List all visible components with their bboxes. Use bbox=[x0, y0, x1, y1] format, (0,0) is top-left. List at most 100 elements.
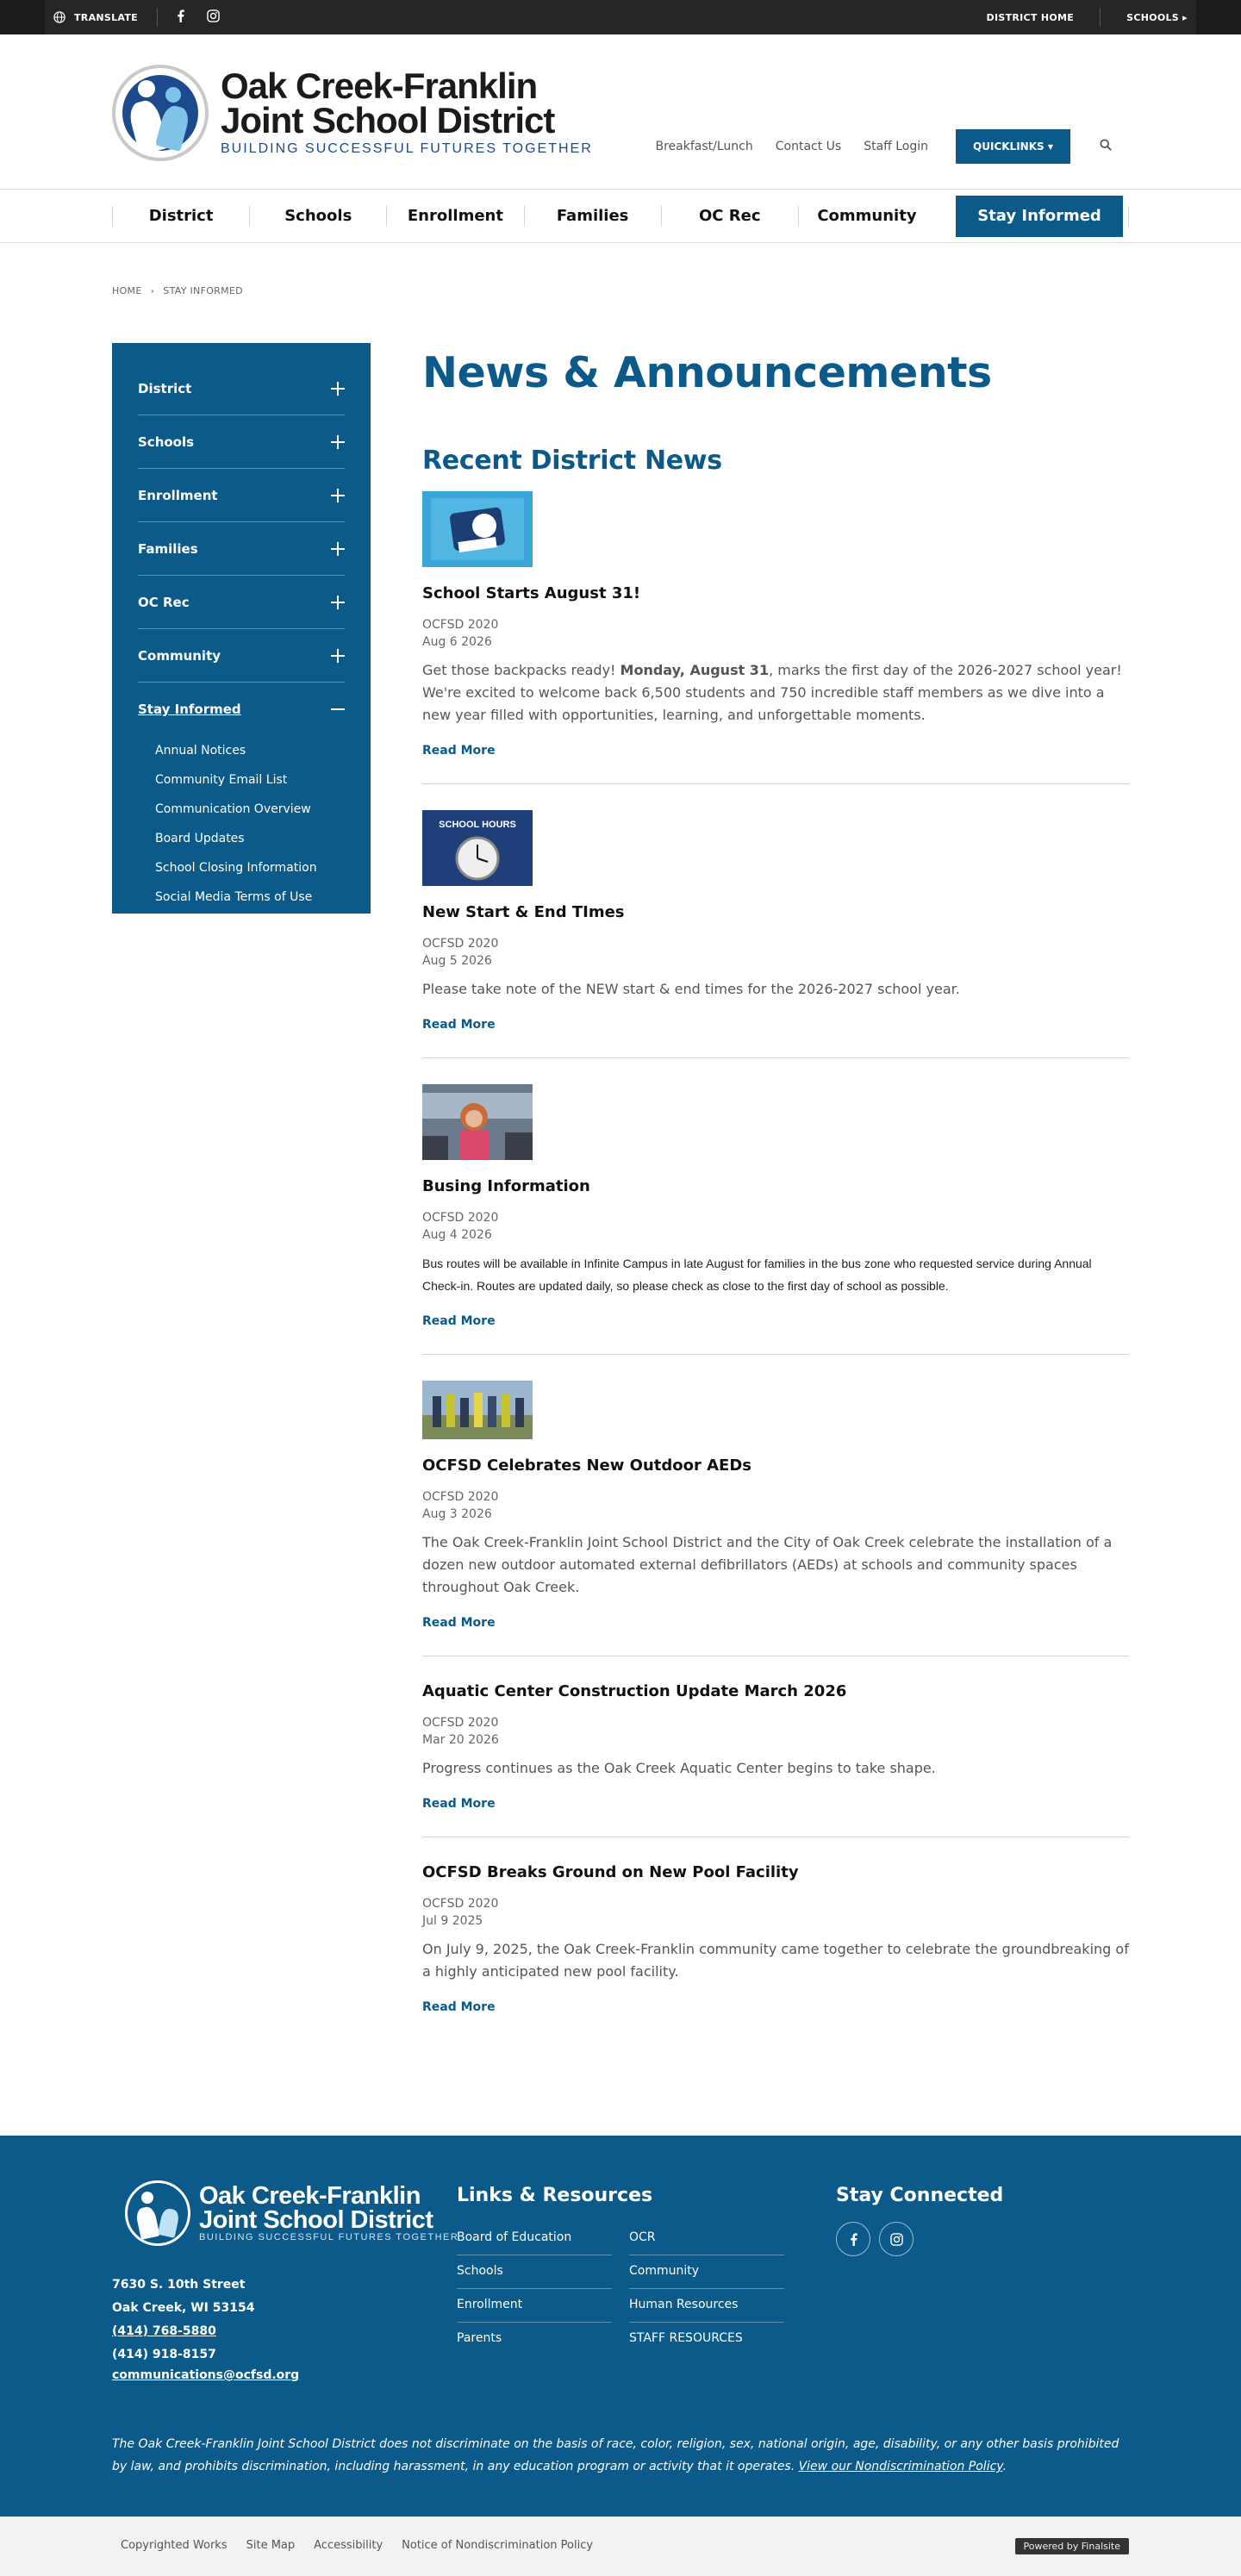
powered-by-badge[interactable]: Powered by Finalsite bbox=[1014, 2538, 1129, 2554]
news-title[interactable]: Aquatic Center Construction Update March… bbox=[422, 1682, 1129, 1700]
plus-icon[interactable] bbox=[331, 541, 345, 556]
nav-stay-informed[interactable]: Stay Informed bbox=[956, 196, 1124, 237]
quicklinks-button[interactable]: QUICKLINKS ▼ bbox=[956, 129, 1070, 164]
read-more-link[interactable]: Read More bbox=[422, 1797, 1129, 1811]
bottom-links: Copyrighted Works Site Map Accessibility… bbox=[121, 2539, 593, 2552]
district-home-link[interactable]: DISTRICT HOME bbox=[987, 12, 1075, 23]
footer-phone-2: (414) 918-8157 bbox=[112, 2348, 216, 2361]
sidebar-subitem-community-email-list[interactable]: Community Email List bbox=[155, 765, 345, 795]
minus-icon[interactable] bbox=[331, 702, 345, 716]
footer-phone-1[interactable]: (414) 768-5880 bbox=[112, 2320, 299, 2343]
news-item: School Starts August 31! OCFSD 2020 Aug … bbox=[422, 491, 1129, 784]
schools-label: SCHOOLS bbox=[1126, 11, 1180, 23]
contact-us-link[interactable]: Contact Us bbox=[776, 140, 841, 153]
nondiscrimination-statement: The Oak Creek-Franklin Joint School Dist… bbox=[112, 2437, 1119, 2473]
plus-icon[interactable] bbox=[331, 595, 345, 609]
news-item: SCHOOL HOURS New Start & End TImes OCFSD… bbox=[422, 810, 1129, 1058]
news-thumbnail[interactable] bbox=[422, 1084, 533, 1160]
sidebar-subitem-school-closing[interactable]: School Closing Information bbox=[155, 853, 345, 883]
nav-end-separator bbox=[1128, 206, 1130, 227]
sidebar-item-stay-informed[interactable]: Stay Informed bbox=[138, 683, 345, 736]
read-more-link[interactable]: Read More bbox=[422, 1018, 1129, 1032]
nav-oc-rec[interactable]: OC Rec bbox=[660, 206, 798, 227]
sidebar-item-community[interactable]: Community bbox=[138, 629, 345, 683]
nondiscrimination-policy-link[interactable]: View our Nondiscrimination Policy bbox=[799, 2460, 1003, 2473]
news-summary: Bus routes will be available in Infinite… bbox=[422, 1257, 1092, 1293]
sidebar-subitem-social-media-terms[interactable]: Social Media Terms of Use bbox=[155, 883, 345, 912]
search-button[interactable] bbox=[1100, 139, 1112, 154]
search-icon bbox=[1100, 139, 1112, 151]
news-thumbnail[interactable] bbox=[422, 491, 533, 567]
news-title[interactable]: OCFSD Celebrates New Outdoor AEDs bbox=[422, 1456, 1129, 1475]
sidebar-item-label: OC Rec bbox=[138, 594, 190, 610]
breakfast-lunch-link[interactable]: Breakfast/Lunch bbox=[656, 140, 753, 153]
sidebar-item-families[interactable]: Families bbox=[138, 522, 345, 576]
read-more-link[interactable]: Read More bbox=[422, 744, 1129, 758]
footer-logo[interactable]: Oak Creek-Franklin Joint School District… bbox=[125, 2180, 458, 2246]
footer-link-enrollment[interactable]: Enrollment bbox=[457, 2289, 612, 2323]
news-summary: Progress continues as the Oak Creek Aqua… bbox=[422, 1760, 936, 1776]
read-more-link[interactable]: Read More bbox=[422, 1616, 1129, 1630]
sidebar-item-schools[interactable]: Schools bbox=[138, 415, 345, 469]
instagram-icon bbox=[889, 2232, 903, 2246]
logo-line2: Joint School District bbox=[221, 100, 555, 140]
site-header: Oak Creek-Franklin Joint School District… bbox=[0, 34, 1241, 190]
nav-enrollment[interactable]: Enrollment bbox=[386, 206, 523, 227]
nav-community[interactable]: Community bbox=[797, 206, 935, 227]
schools-dropdown[interactable]: SCHOOLS ▸ bbox=[1126, 12, 1188, 23]
footer-email-link[interactable]: communications@ocfsd.org bbox=[112, 2367, 299, 2384]
quicklinks-label: QUICKLINKS bbox=[973, 140, 1045, 153]
copyrighted-works-link[interactable]: Copyrighted Works bbox=[121, 2539, 228, 2552]
news-title[interactable]: Busing Information bbox=[422, 1177, 1129, 1195]
footer-link-human-resources[interactable]: Human Resources bbox=[629, 2289, 784, 2323]
nondiscrimination-notice-link[interactable]: Notice of Nondiscrimination Policy bbox=[402, 2539, 593, 2552]
footer-link-board-of-education[interactable]: Board of Education bbox=[457, 2222, 612, 2255]
news-title[interactable]: New Start & End TImes bbox=[422, 903, 1129, 921]
sidebar-subitem-board-updates[interactable]: Board Updates bbox=[155, 824, 345, 853]
header-links: Breakfast/Lunch Contact Us Staff Login Q… bbox=[656, 129, 1113, 164]
news-title[interactable]: School Starts August 31! bbox=[422, 584, 1129, 602]
read-more-link[interactable]: Read More bbox=[422, 1314, 1129, 1328]
news-author: OCFSD 2020 bbox=[422, 618, 499, 632]
news-title[interactable]: OCFSD Breaks Ground on New Pool Facility bbox=[422, 1863, 1129, 1881]
nav-families[interactable]: Families bbox=[523, 206, 661, 227]
sidebar-item-oc-rec[interactable]: OC Rec bbox=[138, 576, 345, 629]
footer-link-schools[interactable]: Schools bbox=[457, 2255, 612, 2289]
footer-link-community[interactable]: Community bbox=[629, 2255, 784, 2289]
plus-icon[interactable] bbox=[331, 381, 345, 396]
footer-link-ocr[interactable]: OCR bbox=[629, 2222, 784, 2255]
translate-label: TRANSLATE bbox=[74, 11, 139, 23]
translate-button[interactable]: TRANSLATE bbox=[53, 11, 138, 23]
breadcrumb-home[interactable]: HOME bbox=[112, 285, 142, 296]
sidebar-item-enrollment[interactable]: Enrollment bbox=[138, 469, 345, 522]
section-sidebar: District Schools Enrollment Families OC … bbox=[112, 343, 371, 914]
facebook-link[interactable] bbox=[177, 9, 184, 26]
plus-icon[interactable] bbox=[331, 648, 345, 663]
footer-link-staff-resources[interactable]: STAFF RESOURCES bbox=[629, 2323, 784, 2356]
nav-district[interactable]: District bbox=[112, 206, 249, 227]
read-more-link[interactable]: Read More bbox=[422, 2000, 1129, 2014]
page-title: News & Announcements bbox=[422, 348, 992, 397]
sidebar-subitem-communication-overview[interactable]: Communication Overview bbox=[155, 795, 345, 824]
news-thumbnail[interactable] bbox=[422, 1381, 533, 1439]
accessibility-link[interactable]: Accessibility bbox=[314, 2539, 383, 2552]
news-thumbnail[interactable]: SCHOOL HOURS bbox=[422, 810, 533, 886]
site-map-link[interactable]: Site Map bbox=[246, 2539, 296, 2552]
nav-schools[interactable]: Schools bbox=[249, 206, 386, 227]
main-content: News & Announcements Recent District New… bbox=[422, 343, 1129, 2040]
footer-instagram-link[interactable] bbox=[879, 2222, 914, 2256]
news-item: Aquatic Center Construction Update March… bbox=[422, 1682, 1129, 1837]
instagram-link[interactable] bbox=[207, 9, 220, 26]
plus-icon[interactable] bbox=[331, 488, 345, 502]
news-author: OCFSD 2020 bbox=[422, 1716, 499, 1730]
staff-login-link[interactable]: Staff Login bbox=[864, 140, 928, 153]
news-date: Aug 5 2026 bbox=[422, 954, 492, 968]
plus-icon[interactable] bbox=[331, 434, 345, 449]
footer-link-parents[interactable]: Parents bbox=[457, 2323, 612, 2356]
sidebar-item-district[interactable]: District bbox=[138, 362, 345, 415]
sidebar-item-label: Schools bbox=[138, 433, 195, 450]
district-logo[interactable]: Oak Creek-Franklin Joint School District… bbox=[112, 65, 593, 161]
instagram-icon bbox=[207, 9, 220, 22]
sidebar-subitem-annual-notices[interactable]: Annual Notices bbox=[155, 736, 345, 765]
footer-facebook-link[interactable] bbox=[836, 2222, 870, 2256]
